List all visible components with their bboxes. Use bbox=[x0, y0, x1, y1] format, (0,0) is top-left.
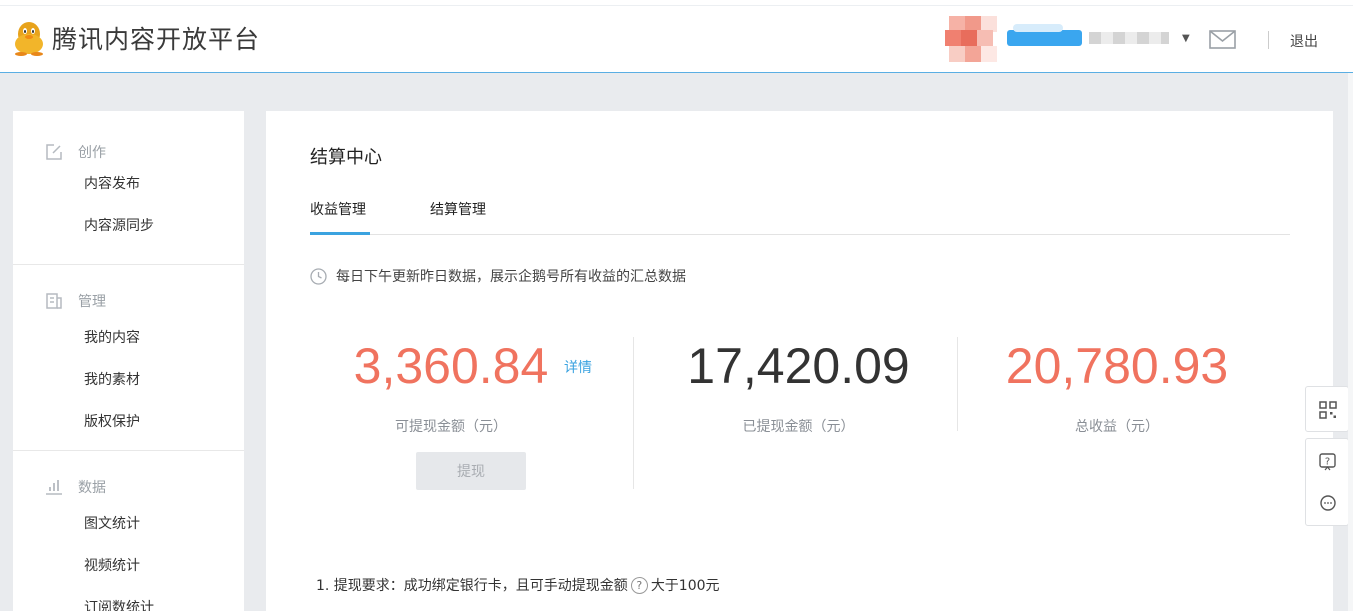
sidebar-group-label: 数据 bbox=[78, 480, 106, 496]
bar-chart-icon bbox=[46, 480, 62, 495]
total-income-amount: 20,780.93 bbox=[1005, 338, 1229, 394]
sidebar-item-my-materials[interactable]: 我的素材 bbox=[13, 359, 244, 401]
sidebar-group-label: 创作 bbox=[78, 145, 106, 161]
tab-income-management[interactable]: 收益管理 bbox=[310, 199, 370, 235]
requirement-text: 1. 提现要求：成功绑定银行卡，且可手动提现金额 bbox=[316, 578, 628, 594]
username-blurred[interactable] bbox=[1007, 24, 1172, 48]
clock-icon bbox=[310, 267, 327, 285]
logout-link[interactable]: 退出 bbox=[1290, 31, 1318, 51]
sidebar-item-my-content[interactable]: 我的内容 bbox=[13, 317, 244, 359]
header-divider bbox=[1268, 31, 1269, 49]
update-notice: 每日下午更新昨日数据，展示企鹅号所有收益的汇总数据 bbox=[310, 266, 686, 286]
stat-divider bbox=[957, 337, 958, 431]
withdrawable-amount: 3,360.84 bbox=[353, 338, 549, 394]
main-panel: 结算中心 收益管理 结算管理 每日下午更新昨日数据，展示企鹅号所有收益的汇总数据… bbox=[266, 111, 1333, 611]
total-income-label: 总收益（元） bbox=[1075, 419, 1159, 435]
chevron-down-icon[interactable]: ▼ bbox=[1182, 33, 1190, 44]
user-menu[interactable]: ▼ bbox=[945, 14, 1190, 62]
logo-text: 腾讯内容开放平台 bbox=[52, 25, 261, 54]
sidebar-group-data: 数据 图文统计 视频统计 订阅数统计 bbox=[13, 451, 244, 611]
withdrawn-amount: 17,420.09 bbox=[687, 338, 910, 394]
document-icon bbox=[46, 293, 62, 309]
question-icon[interactable]: ? bbox=[1306, 439, 1350, 483]
top-divider-line bbox=[0, 5, 1353, 6]
avatar[interactable] bbox=[945, 14, 997, 62]
sidebar-item-article-stats[interactable]: 图文统计 bbox=[13, 503, 244, 545]
chat-icon[interactable] bbox=[1306, 483, 1350, 527]
sidebar-head-manage[interactable]: 管理 bbox=[13, 265, 244, 317]
penguin-logo-icon bbox=[12, 20, 46, 56]
notice-text: 每日下午更新昨日数据，展示企鹅号所有收益的汇总数据 bbox=[336, 269, 686, 285]
withdraw-requirement: 1. 提现要求：成功绑定银行卡，且可手动提现金额 ? 大于100元 bbox=[316, 575, 720, 595]
sidebar-item-content-sync[interactable]: 内容源同步 bbox=[13, 205, 244, 247]
tab-settlement-management[interactable]: 结算管理 bbox=[430, 199, 486, 235]
tab-bar: 收益管理 结算管理 bbox=[310, 199, 1290, 235]
sidebar-head-data[interactable]: 数据 bbox=[13, 451, 244, 503]
sidebar-item-copyright[interactable]: 版权保护 bbox=[13, 401, 244, 443]
sidebar-group-create: 创作 内容发布 内容源同步 bbox=[13, 111, 244, 265]
logo[interactable]: 腾讯内容开放平台 bbox=[12, 20, 260, 56]
sidebar: 创作 内容发布 内容源同步 管理 我的内容 我的素材 版权保护 数据 图文统计 … bbox=[13, 111, 244, 611]
help-tools-panel: ? bbox=[1305, 438, 1349, 526]
withdrawn-label: 已提现金额（元） bbox=[742, 419, 855, 435]
stat-divider bbox=[633, 337, 634, 489]
qr-code-icon bbox=[1319, 401, 1337, 419]
stat-total-income: 20,780.93 总收益（元） bbox=[986, 336, 1248, 436]
edit-icon bbox=[46, 144, 62, 160]
sidebar-item-content-publish[interactable]: 内容发布 bbox=[13, 163, 244, 205]
sidebar-item-video-stats[interactable]: 视频统计 bbox=[13, 545, 244, 587]
sidebar-head-create[interactable]: 创作 bbox=[13, 111, 244, 163]
stat-withdrawable: 3,360.84 可提现金额（元） bbox=[346, 336, 556, 436]
help-icon[interactable]: ? bbox=[630, 576, 648, 594]
sidebar-group-label: 管理 bbox=[78, 294, 106, 310]
mail-icon[interactable] bbox=[1209, 30, 1236, 49]
requirement-suffix: 大于100元 bbox=[650, 578, 720, 594]
top-bar: 腾讯内容开放平台 ▼ 退出 bbox=[0, 0, 1353, 73]
withdraw-button[interactable]: 提现 bbox=[416, 452, 526, 490]
details-link[interactable]: 详情 bbox=[564, 357, 592, 377]
sidebar-item-subscriber-stats[interactable]: 订阅数统计 bbox=[13, 587, 244, 611]
qr-code-button[interactable] bbox=[1305, 386, 1349, 432]
withdrawable-label: 可提现金额（元） bbox=[395, 419, 507, 435]
sidebar-group-manage: 管理 我的内容 我的素材 版权保护 bbox=[13, 265, 244, 451]
svg-text:?: ? bbox=[1325, 457, 1330, 468]
stat-withdrawn: 17,420.09 已提现金额（元） bbox=[666, 336, 931, 436]
page-title: 结算中心 bbox=[310, 147, 382, 168]
scrollbar-track[interactable] bbox=[1348, 73, 1353, 611]
